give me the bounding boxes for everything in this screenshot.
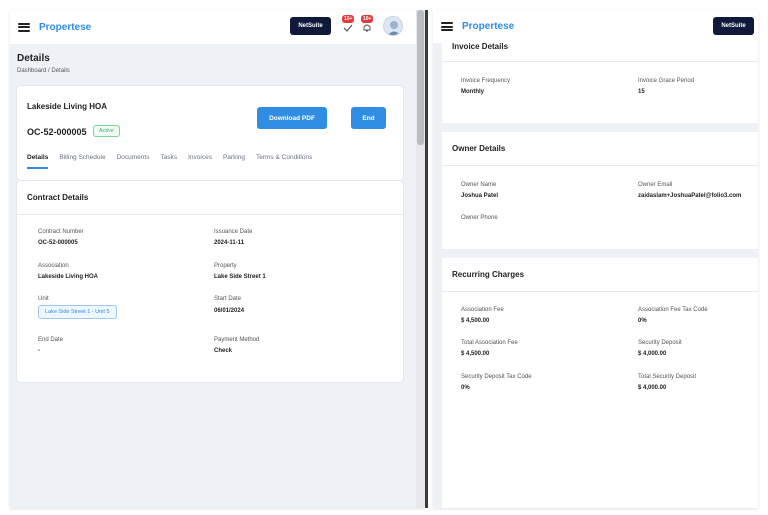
bell-icon <box>363 24 371 32</box>
tab-tasks[interactable]: Tasks <box>160 154 177 169</box>
hoa-name: Lakeside Living HOA <box>27 102 108 111</box>
owner-name-value: Joshua Patel <box>461 193 499 199</box>
divider <box>17 214 403 215</box>
association-fee-tax-code-value: 0% <box>638 318 647 324</box>
field-label: Invoice Frequency <box>461 78 511 84</box>
scrollbar[interactable] <box>416 10 425 508</box>
field-label: End Date <box>38 337 64 343</box>
notification-count: 10+ <box>361 15 374 23</box>
tab-billing-schedule[interactable]: Billing Schedule <box>59 154 105 169</box>
contract-summary-card: Lakeside Living HOA OC-52-000005 Active … <box>17 86 403 180</box>
right-pane: Propertese NetSuite Invoice Details Invo… <box>433 10 758 508</box>
association-value: Lakeside Living HOA <box>38 274 99 280</box>
invoice-details-card: Invoice Details Invoice Frequency Monthl… <box>442 36 758 123</box>
pane-divider <box>425 10 428 508</box>
alerts-notification[interactable]: 10+ <box>360 15 374 32</box>
section-title: Contract Details <box>27 193 89 202</box>
field-label: Association <box>38 263 69 269</box>
brand-logo[interactable]: Propertese <box>39 22 91 33</box>
breadcrumb[interactable]: Dashboard / Details <box>17 68 70 74</box>
property-value: Lake Side Street 1 <box>214 274 266 280</box>
divider <box>442 165 758 166</box>
field-label: Contract Number <box>38 229 84 235</box>
tab-bar: Details Billing Schedule Documents Tasks… <box>27 154 323 169</box>
notification-count: 10+ <box>342 15 355 23</box>
section-title: Invoice Details <box>452 42 509 51</box>
owner-details-card: Owner Details Owner Name Joshua Patel Ow… <box>442 132 758 249</box>
tab-invoices[interactable]: Invoices <box>188 154 212 169</box>
section-title: Owner Details <box>452 144 506 153</box>
unit-chip[interactable]: Lake Side Street 1 - Unit 5 <box>38 305 117 319</box>
field-label: Owner Name <box>461 182 497 188</box>
screen: Propertese NetSuite 10+ 10+ Details Dash… <box>0 0 768 515</box>
section-title: Recurring Charges <box>452 270 525 279</box>
field-label: Owner Email <box>638 182 673 188</box>
end-button[interactable]: End <box>351 107 386 129</box>
field-label: Owner Phone <box>461 215 498 221</box>
checklist-icon <box>343 24 353 32</box>
issuance-date-value: 2024-11-11 <box>214 240 245 246</box>
download-pdf-button[interactable]: Download PDF <box>257 107 327 129</box>
divider <box>442 291 758 292</box>
field-label: Association Fee <box>461 307 504 313</box>
invoice-frequency-value: Monthly <box>461 89 484 95</box>
scrollbar-thumb[interactable] <box>417 10 424 145</box>
top-bar: Propertese NetSuite 10+ 10+ <box>10 10 425 44</box>
netsuite-button[interactable]: NetSuite <box>290 17 331 35</box>
field-label: Start Date <box>214 296 242 302</box>
user-avatar-icon <box>387 21 401 35</box>
tab-terms-conditions[interactable]: Terms & Conditions <box>256 154 312 169</box>
field-label: Total Security Deposit <box>638 374 697 380</box>
divider <box>442 61 758 62</box>
field-label: Invoice Grace Period <box>638 78 695 84</box>
tab-documents[interactable]: Documents <box>117 154 150 169</box>
field-label: Property <box>214 263 237 269</box>
payment-method-value: Check <box>214 348 233 354</box>
start-date-value: 06/01/2024 <box>214 308 245 314</box>
total-security-deposit-value: $ 4,000.00 <box>638 385 667 391</box>
contract-id: OC-52-000005 <box>27 127 87 137</box>
recurring-charges-card: Recurring Charges Association Fee $ 4,50… <box>442 258 758 508</box>
tab-parking[interactable]: Parking <box>223 154 245 169</box>
field-label: Total Association Fee <box>461 340 518 346</box>
avatar[interactable] <box>383 16 403 36</box>
menu-icon[interactable] <box>18 22 30 32</box>
netsuite-button[interactable]: NetSuite <box>713 17 754 35</box>
field-label: Association Fee Tax Code <box>638 307 708 313</box>
tab-details[interactable]: Details <box>27 154 49 169</box>
field-label: Security Deposit <box>638 340 682 346</box>
owner-email-value[interactable]: zaidaslam+JoshuaPatel@folio3.com <box>638 193 741 199</box>
field-label: Unit <box>38 296 49 302</box>
contract-number-value: OC-52-000005 <box>38 240 78 246</box>
left-pane: Propertese NetSuite 10+ 10+ Details Dash… <box>10 10 425 508</box>
end-date-value: - <box>38 348 40 354</box>
contract-details-card: Contract Details Contract Number OC-52-0… <box>17 181 403 382</box>
brand-logo[interactable]: Propertese <box>462 21 514 32</box>
field-label: Payment Method <box>214 337 260 343</box>
field-label: Security Deposit Tax Code <box>461 374 532 380</box>
tasks-notification[interactable]: 10+ <box>341 15 355 32</box>
field-label: Issuance Date <box>214 229 253 235</box>
menu-icon[interactable] <box>441 22 453 31</box>
invoice-grace-period-value: 15 <box>638 89 645 95</box>
security-deposit-value: $ 4,000.00 <box>638 351 667 357</box>
page-title: Details <box>17 53 50 64</box>
security-deposit-tax-code-value: 0% <box>461 385 470 391</box>
status-badge: Active <box>93 125 120 137</box>
total-association-fee-value: $ 4,500.00 <box>461 351 490 357</box>
association-fee-value: $ 4,500.00 <box>461 318 490 324</box>
